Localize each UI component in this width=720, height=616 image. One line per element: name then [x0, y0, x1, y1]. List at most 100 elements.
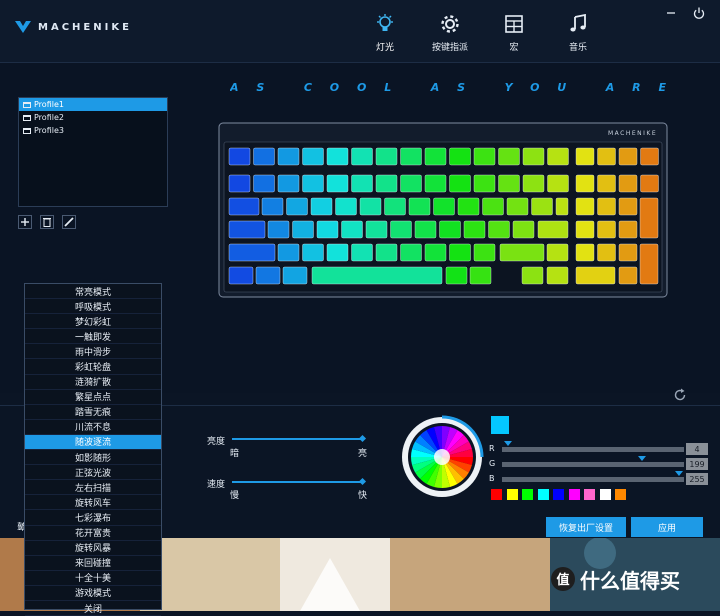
color-wheel-center [434, 449, 450, 465]
profile-item[interactable]: Profile1 [19, 98, 167, 111]
keyboard-key [302, 243, 324, 262]
profile-list: Profile1 Profile2 Profile3 [18, 97, 168, 207]
red-slider-handle[interactable] [504, 441, 512, 446]
green-value[interactable]: 199 [686, 458, 708, 470]
blue-slider-handle[interactable] [675, 471, 683, 476]
red-value[interactable]: 4 [686, 443, 708, 455]
keyboard-key [253, 174, 275, 193]
keyboard-key [531, 197, 553, 216]
keyboard-key [597, 147, 616, 166]
preset-color-swatch[interactable] [615, 489, 626, 500]
top-bar: MACHENIKE 灯光 按键指派 宏 音乐 [0, 0, 720, 63]
tab-macro[interactable]: 宏 [484, 14, 544, 53]
brand-name: MACHENIKE [38, 21, 132, 33]
keyboard-key [512, 220, 535, 239]
profile-item[interactable]: Profile2 [19, 111, 167, 124]
profile-item[interactable]: Profile3 [19, 124, 167, 137]
lighting-mode-dropdown[interactable]: 常亮模式 呼吸模式 梦幻彩虹 一触即发 雨中滑步 彩虹轮盘 涟漪扩散 繁星点点 踏雪无痕 川流不息… [24, 283, 162, 616]
keyboard-key [310, 197, 333, 216]
gear-icon [441, 15, 459, 33]
preset-color-swatch[interactable] [568, 489, 580, 500]
tab-music-label: 音乐 [568, 43, 587, 53]
preset-color-swatch[interactable] [537, 489, 549, 500]
blue-slider[interactable] [502, 477, 684, 482]
mode-option[interactable]: 左右扫描 [25, 480, 161, 496]
preset-color-swatch[interactable] [491, 489, 502, 500]
keyboard-key [640, 174, 659, 193]
keyboard-preview: MACHENIKE [218, 122, 668, 298]
folder-icon [23, 114, 31, 121]
mode-option[interactable]: 关闭 [25, 601, 161, 616]
mode-option[interactable]: 旋转风暴 [25, 541, 161, 556]
mode-option[interactable]: 常亮模式 [25, 284, 161, 300]
green-slider-handle[interactable] [638, 456, 646, 461]
keyboard-key [546, 266, 569, 285]
lightbulb-icon [377, 14, 393, 31]
mode-option[interactable]: 踏雪无痕 [25, 405, 161, 420]
machenike-logo-icon [15, 21, 31, 33]
mode-option[interactable]: 雨中滑步 [25, 344, 161, 360]
mode-option[interactable]: 梦幻彩虹 [25, 314, 161, 330]
svg-text:什么值得买: 什么值得买 [580, 569, 680, 593]
power-icon[interactable] [692, 6, 706, 20]
keyboard-key [639, 197, 659, 239]
tab-music[interactable]: 音乐 [548, 14, 608, 53]
tab-lighting[interactable]: 灯光 [355, 14, 415, 53]
keyboard-key [292, 220, 314, 239]
mode-option[interactable]: 花开富贵 [25, 526, 161, 541]
red-label: R [489, 444, 495, 453]
keyboard-key [255, 266, 281, 285]
green-slider[interactable] [502, 462, 684, 467]
keyboard-key [316, 220, 339, 239]
mode-option[interactable]: 随波逐流 [25, 434, 161, 451]
keyboard-key [267, 220, 290, 239]
red-slider[interactable] [502, 447, 684, 452]
mode-option[interactable]: 繁星点点 [25, 390, 161, 405]
mode-option[interactable]: 旋转风车 [25, 495, 161, 511]
preset-color-swatch[interactable] [584, 489, 595, 500]
keyboard-key [498, 147, 520, 166]
mode-option[interactable]: 一触即发 [25, 329, 161, 345]
mode-option[interactable]: 游戏模式 [25, 586, 161, 601]
keyboard-key [618, 266, 638, 285]
keyboard-key [261, 197, 284, 216]
brand-logo: MACHENIKE [14, 20, 132, 34]
preset-color-swatch[interactable] [522, 489, 533, 500]
profile-toolbar [18, 215, 76, 229]
mode-option[interactable]: 彩虹轮盘 [25, 359, 161, 375]
keyboard-key [228, 220, 266, 239]
folder-icon [23, 127, 31, 134]
mode-option[interactable]: 涟漪扩散 [25, 375, 161, 390]
minimize-icon[interactable] [664, 6, 678, 20]
mode-option[interactable]: 川流不息 [25, 420, 161, 435]
keyboard-key [375, 147, 398, 166]
tab-lighting-label: 灯光 [375, 43, 394, 53]
keyboard-key [365, 220, 388, 239]
color-wheel[interactable] [400, 415, 484, 499]
keyboard-key [228, 174, 251, 193]
keyboard-key [457, 197, 480, 216]
tab-key-assign[interactable]: 按键指派 [420, 14, 480, 53]
add-profile-icon[interactable] [18, 215, 32, 229]
preset-color-swatch[interactable] [506, 489, 518, 500]
mode-option[interactable]: 如影随形 [25, 450, 161, 466]
delete-profile-icon[interactable] [40, 215, 54, 229]
keyboard-key [521, 266, 544, 285]
keyboard-key [597, 197, 616, 216]
keyboard-key [302, 147, 324, 166]
blue-value[interactable]: 255 [686, 473, 708, 485]
preset-color-swatch[interactable] [599, 489, 611, 500]
preset-color-swatch[interactable] [553, 489, 564, 500]
speed-slider[interactable] [232, 481, 364, 483]
mode-option[interactable]: 正弦光波 [25, 465, 161, 481]
reset-defaults-button[interactable]: 恢复出厂设置 [546, 517, 626, 537]
mode-option[interactable]: 来回碰撞 [25, 556, 161, 571]
apply-button[interactable]: 应用 [631, 517, 703, 537]
svg-text:值: 值 [556, 572, 569, 588]
mode-option[interactable]: 呼吸模式 [25, 299, 161, 315]
refresh-icon[interactable] [673, 388, 687, 402]
mode-option[interactable]: 十全十美 [25, 571, 161, 586]
rename-profile-icon[interactable] [62, 215, 76, 229]
mode-option[interactable]: 七彩瀑布 [25, 510, 161, 526]
brightness-slider[interactable] [232, 438, 364, 440]
